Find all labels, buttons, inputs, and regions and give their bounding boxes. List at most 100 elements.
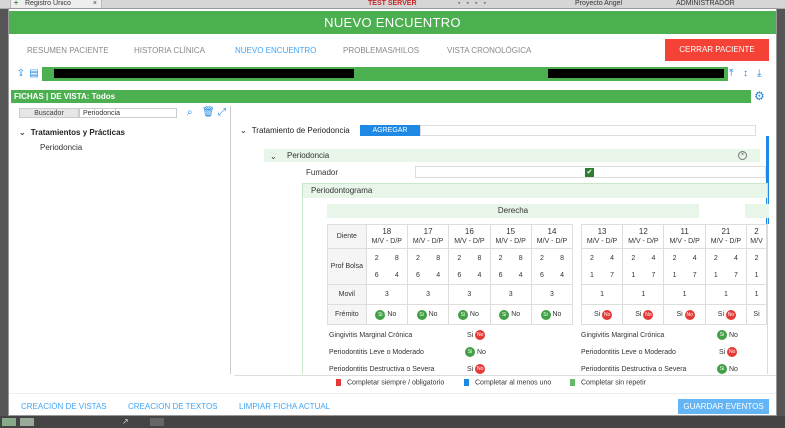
fremito-si-toggle[interactable]: Si <box>457 309 468 320</box>
condition-si-option[interactable]: Si <box>719 349 725 356</box>
movil-cell[interactable]: 1 <box>704 284 748 305</box>
movil-cell[interactable]: 1 <box>622 284 665 305</box>
fremito-no-option[interactable]: No <box>553 311 562 318</box>
prof-cell[interactable]: 2417 <box>580 248 624 285</box>
fremito-no-toggle[interactable]: No <box>602 309 613 320</box>
search-input[interactable]: Periodoncia <box>79 108 177 118</box>
expand-icon[interactable]: ⤢ <box>218 106 226 119</box>
tooth-header: 15 M/V - D/P <box>489 224 532 249</box>
movil-cell[interactable]: 3 <box>365 284 408 305</box>
fremito-si-toggle[interactable]: Si <box>375 309 386 320</box>
fremito-si-toggle[interactable]: Si <box>499 309 510 320</box>
condition-no-toggle[interactable]: No <box>475 330 486 340</box>
chevron-down-icon: ⌄ <box>240 126 247 135</box>
prof-cell[interactable]: 2417 <box>622 248 665 285</box>
prof-cell[interactable]: 2417 <box>704 248 748 285</box>
taskbar-item[interactable] <box>150 418 164 426</box>
movil-cell[interactable]: 3 <box>489 284 532 305</box>
fremito-si-option[interactable]: Si <box>753 311 759 318</box>
condition-no-option[interactable]: No <box>729 332 738 339</box>
fremito-si-option[interactable]: Si <box>594 311 600 318</box>
toolbar-icons: ▪▪▪▪ <box>458 0 492 7</box>
expand-both-icon[interactable]: ↕ <box>743 68 748 79</box>
tab-vista-cronologica[interactable]: Vista Cronológica <box>447 46 531 55</box>
tab-resumen-paciente[interactable]: Resumen Paciente <box>27 46 109 55</box>
fremito-si-option[interactable]: Si <box>635 311 641 318</box>
condition-si-option[interactable]: Si <box>467 366 473 373</box>
periodontograma-grid: Diente 18 M/V - D/P 17 M/V - D/P 16 M/V - D… <box>327 224 767 325</box>
condition-row: Periodontitis Destructiva o Severa Si No <box>581 364 740 374</box>
condition-no-toggle[interactable]: No <box>475 364 486 374</box>
condition-row: Periodontitis Leve o Moderado Si No <box>329 347 488 357</box>
fumador-field: ✔ <box>415 166 766 178</box>
condition-si-toggle[interactable]: Si <box>717 330 727 340</box>
close-icon[interactable]: × <box>93 0 97 8</box>
tratamiento-row[interactable]: ⌄ Tratamiento de Periodoncia <box>240 126 350 135</box>
condition-si-option[interactable]: Si <box>467 332 473 339</box>
close-circle-icon[interactable]: × <box>738 151 747 160</box>
taskbar-item[interactable] <box>20 418 34 426</box>
tab-nuevo-encuentro[interactable]: Nuevo Encuentro <box>235 46 316 55</box>
chevron-down-icon: ⌄ <box>270 152 277 161</box>
creacion-vistas-link[interactable]: Creación de Vistas <box>21 402 107 411</box>
condition-no-option[interactable]: No <box>477 349 486 356</box>
gear-icon[interactable]: ⚙ <box>754 89 765 103</box>
trash-icon[interactable]: 🗑 <box>202 106 215 119</box>
browser-tab-label: Registro Único <box>25 0 71 7</box>
movil-cell[interactable]: 1 <box>663 284 706 305</box>
prof-cell[interactable]: 2864 <box>448 248 491 285</box>
prof-cell[interactable]: 2864 <box>530 248 574 285</box>
movil-cell[interactable]: 1 <box>746 284 767 305</box>
movil-cell[interactable]: 3 <box>406 284 450 305</box>
periodoncia-header[interactable]: Periodoncia <box>264 149 760 162</box>
expand-top-icon[interactable]: ⤒ <box>729 68 733 79</box>
patient-name-redacted <box>54 69 354 78</box>
movil-cell[interactable]: 3 <box>530 284 574 305</box>
agregar-button[interactable]: AGREGAR <box>360 125 420 136</box>
tab-problemas-hilos[interactable]: Problemas/Hilos <box>343 46 419 55</box>
fremito-si-toggle[interactable]: Si <box>416 309 427 320</box>
fremito-no-toggle[interactable]: No <box>643 309 654 320</box>
fremito-no-option[interactable]: No <box>429 311 438 318</box>
condition-label: Gingivitis Marginal Crónica <box>581 331 665 339</box>
expand-bottom-icon[interactable]: ⤓ <box>757 68 761 79</box>
search-icon[interactable]: ⌕ <box>187 106 193 119</box>
fremito-no-toggle[interactable]: No <box>726 309 737 320</box>
prof-cell[interactable]: 2864 <box>406 248 450 285</box>
condition-label: Periodontitis Destructiva o Severa <box>329 365 435 373</box>
movil-cell[interactable]: 1 <box>580 284 624 305</box>
fremito-si-option[interactable]: Si <box>718 311 724 318</box>
fumador-checkbox[interactable]: ✔ <box>585 168 594 177</box>
izquierda-header <box>745 204 769 218</box>
tree-item-periodoncia[interactable]: Periodoncia <box>40 143 82 152</box>
guardar-eventos-button[interactable]: Guardar Eventos <box>678 399 769 414</box>
upload-icon[interactable]: ⇪ <box>16 68 26 79</box>
limpiar-ficha-link[interactable]: Limpiar Ficha Actual <box>239 402 330 411</box>
patient-bar: ⇪ ▤ ⤒ ↕ ⤓ <box>11 67 774 81</box>
fremito-no-option[interactable]: No <box>387 311 396 318</box>
fremito-si-option[interactable]: Si <box>677 311 683 318</box>
fremito-no-toggle[interactable]: No <box>684 309 695 320</box>
tree-item-tratamientos[interactable]: ⌄ Tratamientos y Prácticas <box>19 128 125 137</box>
fremito-cell: Si No <box>622 304 665 325</box>
fremito-no-option[interactable]: No <box>511 311 520 318</box>
condition-row: Periodontitis Destructiva o Severa Si No <box>329 364 486 374</box>
condition-no-option[interactable]: No <box>729 366 738 373</box>
prof-cell[interactable]: 2417 <box>663 248 706 285</box>
prof-cell[interactable]: 2864 <box>365 248 408 285</box>
taskbar-item[interactable] <box>2 418 16 426</box>
prof-cell[interactable]: 21 <box>746 248 767 285</box>
prof-cell[interactable]: 2864 <box>489 248 532 285</box>
movil-cell[interactable]: 3 <box>448 284 491 305</box>
condition-si-toggle[interactable]: Si <box>465 347 475 357</box>
condition-no-toggle[interactable]: No <box>727 347 738 357</box>
creacion-textos-link[interactable]: Creacion de Textos <box>128 402 218 411</box>
book-icon[interactable]: ▤ <box>29 68 39 79</box>
cerrar-paciente-button[interactable]: Cerrar Paciente <box>665 39 769 61</box>
chevron-down-icon: ⌄ <box>19 128 26 137</box>
tratamiento-label: Tratamiento de Periodoncia <box>251 126 350 135</box>
condition-si-toggle[interactable]: Si <box>717 364 727 374</box>
fremito-no-option[interactable]: No <box>470 311 479 318</box>
tab-historia-clinica[interactable]: Historia Clínica <box>134 46 205 55</box>
fremito-si-toggle[interactable]: Si <box>540 309 551 320</box>
